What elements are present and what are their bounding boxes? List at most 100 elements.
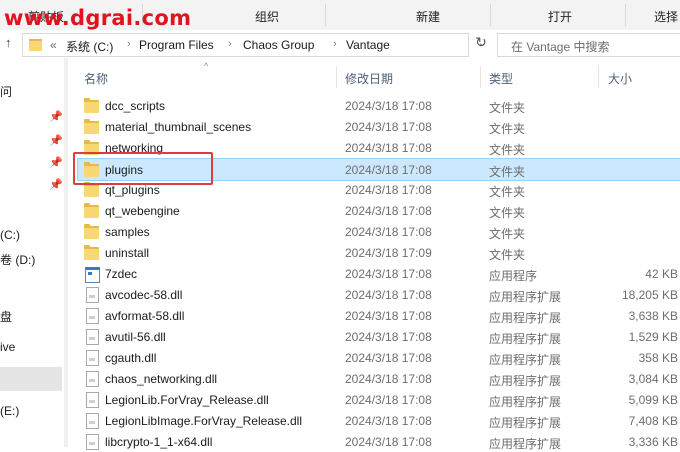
file-name: qt_plugins xyxy=(105,183,160,197)
file-type: 应用程序扩展 xyxy=(489,416,562,430)
folder-icon xyxy=(84,182,99,197)
file-modified-date: 2024/3/18 17:08 xyxy=(345,372,432,386)
breadcrumb-program-files[interactable]: Program Files xyxy=(139,38,214,52)
file-type: 应用程序扩展 xyxy=(489,353,562,367)
pin-icon[interactable]: 📌 xyxy=(49,156,63,169)
column-header-row: ^ 名称 修改日期 类型 大小 xyxy=(68,61,680,90)
column-header-date[interactable]: 修改日期 xyxy=(345,70,393,87)
nav-item-drive[interactable]: ive xyxy=(0,340,15,354)
search-input[interactable]: 在 Vantage 中搜索 xyxy=(497,33,680,57)
file-row[interactable]: material_thumbnail_scenes 2024/3/18 17:08… xyxy=(78,116,680,137)
file-row[interactable]: LegionLib.ForVray_Release.dll 2024/3/18 1… xyxy=(78,389,680,410)
up-arrow-icon[interactable]: ↑ xyxy=(5,35,12,50)
file-name: avformat-58.dll xyxy=(105,309,185,323)
dll-file-icon xyxy=(86,287,99,303)
file-row[interactable]: 7zdec 2024/3/18 17:08 应用程序 42 KB xyxy=(78,263,680,284)
file-size: 358 KB xyxy=(638,351,678,365)
nav-item-drive-e[interactable]: (E:) xyxy=(0,404,19,418)
file-name: dcc_scripts xyxy=(105,99,166,113)
file-row[interactable]: avcodec-58.dll 2024/3/18 17:08 应用程序扩展 18,20… xyxy=(78,284,680,305)
file-row[interactable]: libcrypto-1_1-x64.dll 2024/3/18 17:08 应用程序… xyxy=(78,431,680,452)
file-name: LegionLib.ForVray_Release.dll xyxy=(105,393,269,407)
dll-file-icon xyxy=(86,350,99,366)
breadcrumb-drive-c[interactable]: 系统 (C:) xyxy=(66,38,113,55)
file-modified-date: 2024/3/18 17:08 xyxy=(345,204,432,218)
column-separator[interactable] xyxy=(336,66,337,88)
column-separator[interactable] xyxy=(480,66,481,88)
breadcrumb-vantage[interactable]: Vantage xyxy=(346,38,390,52)
chevron-right-icon[interactable]: › xyxy=(228,38,232,50)
chevron-right-icon[interactable]: › xyxy=(127,38,131,50)
ribbon-group-select[interactable]: 选择 xyxy=(654,8,678,25)
file-row[interactable]: chaos_networking.dll 2024/3/18 17:08 应用程序扩… xyxy=(78,368,680,389)
annotation-highlight-box xyxy=(73,152,213,185)
dll-file-icon xyxy=(86,371,99,387)
pin-icon[interactable]: 📌 xyxy=(49,110,63,123)
file-name: 7zdec xyxy=(105,267,138,281)
nav-item-disk[interactable]: 盘 xyxy=(0,308,12,325)
address-bar[interactable]: « 系统 (C:) › Program Files › Chaos Group … xyxy=(22,33,486,57)
breadcrumb-chaos-group[interactable]: Chaos Group xyxy=(243,38,314,52)
pin-icon[interactable]: 📌 xyxy=(49,134,63,147)
dll-file-icon xyxy=(86,413,99,429)
nav-item-drive-d[interactable]: 卷 (D:) xyxy=(0,251,35,268)
file-row[interactable]: uninstall 2024/3/18 17:09 文件夹 xyxy=(78,242,680,263)
file-name: samples xyxy=(105,225,150,239)
file-size: 7,408 KB xyxy=(628,414,678,428)
folder-icon xyxy=(84,203,99,218)
file-modified-date: 2024/3/18 17:08 xyxy=(345,183,432,197)
file-type: 文件夹 xyxy=(489,165,526,179)
file-modified-date: 2024/3/18 17:08 xyxy=(345,163,432,177)
file-type: 应用程序扩展 xyxy=(489,395,562,409)
file-modified-date: 2024/3/18 17:08 xyxy=(345,267,432,281)
folder-icon xyxy=(84,224,99,239)
ribbon-group-new[interactable]: 新建 xyxy=(416,8,440,25)
column-header-type[interactable]: 类型 xyxy=(489,70,513,87)
file-type: 文件夹 xyxy=(489,185,526,199)
file-name: LegionLibImage.ForVray_Release.dll xyxy=(105,414,303,428)
file-size: 5,099 KB xyxy=(628,393,678,407)
file-row[interactable]: cgauth.dll 2024/3/18 17:08 应用程序扩展 358 KB xyxy=(78,347,680,368)
folder-icon xyxy=(84,119,99,134)
pin-icon[interactable]: 📌 xyxy=(49,178,63,191)
file-row[interactable]: avutil-56.dll 2024/3/18 17:08 应用程序扩展 1,529 … xyxy=(78,326,680,347)
file-row[interactable]: dcc_scripts 2024/3/18 17:08 文件夹 xyxy=(78,95,680,116)
sort-ascending-icon: ^ xyxy=(204,61,209,71)
ribbon-group-open[interactable]: 打开 xyxy=(548,8,572,25)
chevron-right-icon[interactable]: › xyxy=(333,38,337,50)
file-name: avutil-56.dll xyxy=(105,330,166,344)
dll-file-icon xyxy=(86,434,99,450)
ribbon-separator xyxy=(490,4,491,26)
column-header-size[interactable]: 大小 xyxy=(608,70,632,87)
file-size: 1,529 KB xyxy=(628,330,678,344)
file-modified-date: 2024/3/18 17:08 xyxy=(345,351,432,365)
file-type: 应用程序扩展 xyxy=(489,332,562,346)
navigation-pane-scrollbar[interactable] xyxy=(64,58,68,447)
file-type: 应用程序扩展 xyxy=(489,374,562,388)
file-modified-date: 2024/3/18 17:09 xyxy=(345,246,432,260)
ribbon-group-organize[interactable]: 组织 xyxy=(255,8,279,25)
file-modified-date: 2024/3/18 17:08 xyxy=(345,141,432,155)
file-modified-date: 2024/3/18 17:08 xyxy=(345,99,432,113)
nav-item-drive-c[interactable]: (C:) xyxy=(0,228,20,242)
file-row[interactable]: samples 2024/3/18 17:08 文件夹 xyxy=(78,221,680,242)
folder-icon xyxy=(29,39,42,51)
column-separator[interactable] xyxy=(598,66,599,88)
column-header-name[interactable]: 名称 xyxy=(84,70,108,87)
file-modified-date: 2024/3/18 17:08 xyxy=(345,414,432,428)
nav-item-quick-access[interactable]: 问 xyxy=(0,83,12,100)
file-modified-date: 2024/3/18 17:08 xyxy=(345,393,432,407)
breadcrumb-overflow[interactable]: « xyxy=(50,38,57,52)
file-type: 文件夹 xyxy=(489,227,526,241)
file-row[interactable]: qt_webengine 2024/3/18 17:08 文件夹 xyxy=(78,200,680,221)
ribbon-separator xyxy=(625,4,626,26)
file-name: uninstall xyxy=(105,246,150,260)
file-row[interactable]: LegionLibImage.ForVray_Release.dll 2024/3… xyxy=(78,410,680,431)
file-name: avcodec-58.dll xyxy=(105,288,183,302)
app-icon xyxy=(85,267,100,283)
nav-item-selected[interactable] xyxy=(0,367,62,391)
search-placeholder: 在 Vantage 中搜索 xyxy=(511,40,610,54)
file-modified-date: 2024/3/18 17:08 xyxy=(345,309,432,323)
refresh-icon[interactable]: ↻ xyxy=(472,34,490,54)
file-row[interactable]: avformat-58.dll 2024/3/18 17:08 应用程序扩展 3,63… xyxy=(78,305,680,326)
